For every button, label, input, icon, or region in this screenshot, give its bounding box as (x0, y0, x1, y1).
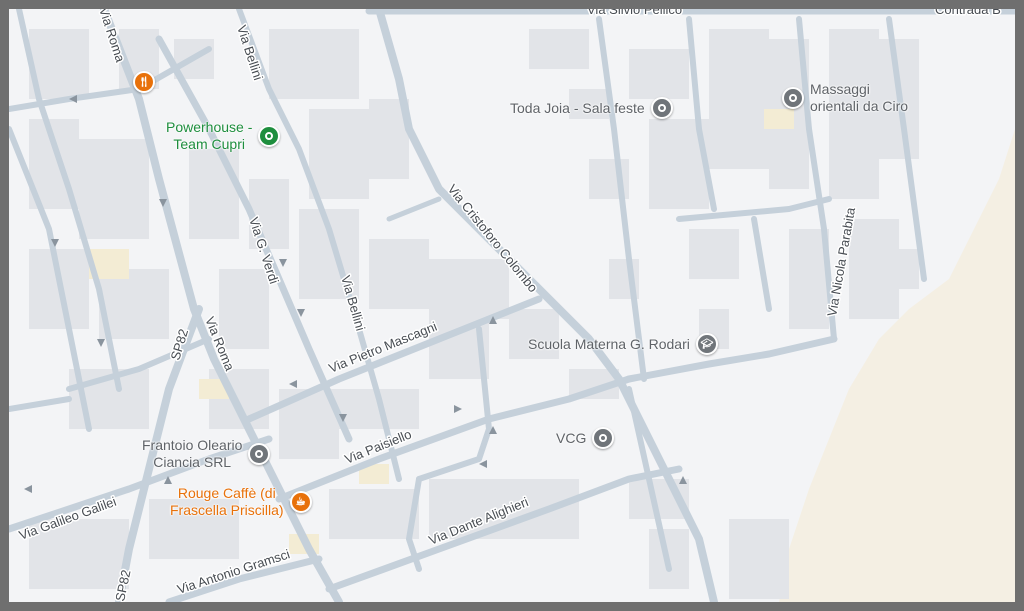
street-label: Via Bellini (338, 274, 368, 333)
location-pin-icon (650, 97, 673, 119)
poi-toda-joia[interactable]: Toda Joia - Sala feste (510, 97, 673, 119)
poi-label: Frantoio Oleario Ciancia SRL (142, 437, 243, 470)
location-pin-icon (782, 87, 804, 109)
poi-powerhouse[interactable]: Powerhouse - Team Cupri (166, 119, 281, 153)
poi-label: Rouge Caffè (di Frascella Priscilla) (170, 485, 284, 518)
poi-rouge-caffe[interactable]: Rouge Caffè (di Frascella Priscilla) ☕︎ (170, 485, 312, 519)
restaurant-icon: 🍴︎ (133, 71, 155, 93)
poi-label: VCG (556, 429, 587, 446)
poi-restaurant[interactable]: 🍴︎ (133, 71, 155, 93)
coffee-icon: ☕︎ (289, 491, 312, 513)
poi-vcg[interactable]: VCG (556, 427, 615, 449)
school-icon: 🎓︎ (695, 333, 718, 355)
poi-label: Powerhouse - Team Cupri (166, 119, 253, 152)
location-pin-icon (248, 443, 271, 465)
poi-label: Scuola Materna G. Rodari (528, 335, 690, 352)
street-label: Via Bellini (234, 23, 266, 82)
poi-label: Toda Joia - Sala feste (510, 99, 645, 116)
street-label: Contrada B (935, 9, 1001, 17)
street-label: Via Silvio Pellico (587, 9, 682, 17)
map-frame[interactable]: Via Silvio Pellico Contrada B Via Roma V… (9, 9, 1015, 602)
poi-massaggi[interactable]: Massaggi orientali da Ciro (782, 81, 908, 115)
poi-scuola-rodari[interactable]: Scuola Materna G. Rodari 🎓︎ (528, 333, 718, 355)
poi-label: Massaggi orientali da Ciro (810, 81, 909, 114)
location-pin-icon (592, 427, 615, 449)
poi-frantoio[interactable]: Frantoio Oleario Ciancia SRL (142, 437, 271, 471)
location-pin-icon (258, 125, 281, 147)
